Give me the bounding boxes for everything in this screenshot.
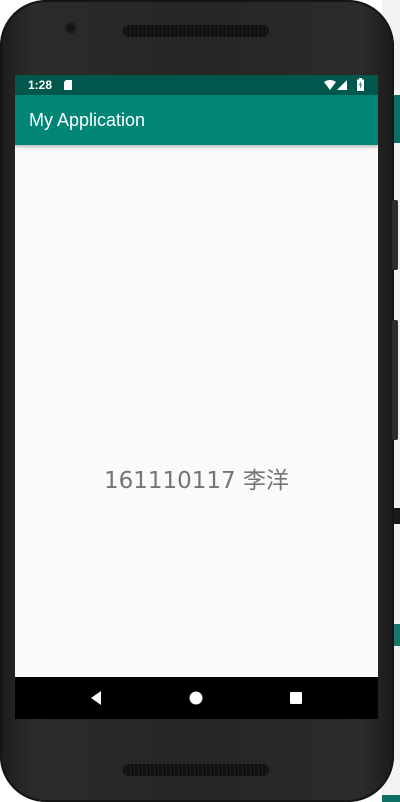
home-icon[interactable] [187,689,205,707]
status-bar: 1:28 [15,75,378,95]
main-content: 161110117 李洋 [15,145,378,677]
recents-icon[interactable] [287,689,305,707]
wifi-icon [324,80,336,90]
phone-frame: 1:28 My Application 161110117 李洋 [0,0,398,802]
signal-icon [337,80,347,90]
app-toolbar: My Application [15,95,378,145]
front-camera [65,22,77,34]
top-speaker-grille [123,25,269,37]
volume-button [392,320,398,440]
hello-text-view: 161110117 李洋 [103,468,289,494]
bottom-speaker-grille [123,764,269,776]
app-title: My Application [29,110,146,130]
power-button [392,200,398,270]
back-icon[interactable] [87,689,105,707]
status-time: 1:28 [28,78,53,92]
device-screen: 1:28 My Application 161110117 李洋 [15,75,378,719]
battery-icon [357,78,364,91]
background-teal-strip-3 [382,795,400,802]
navigation-bar [15,677,378,719]
sd-card-icon [64,80,72,90]
